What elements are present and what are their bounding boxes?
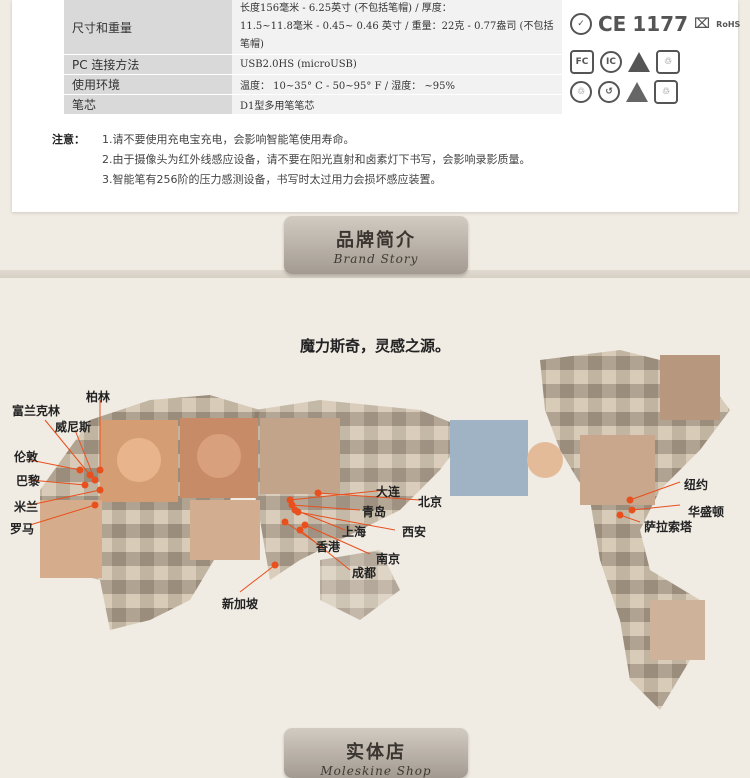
ce-number: 1177 (632, 12, 689, 36)
recycle-icon: ♲ (656, 50, 680, 74)
location-marker (96, 466, 104, 474)
location-marker (616, 511, 624, 519)
location-marker (91, 501, 99, 509)
brand-story-title: 品牌简介 (336, 230, 416, 251)
spec-row: 尺寸和重量 长度156毫米 - 6.25英寸 (不包括笔帽) / 厚度： 11.… (64, 0, 562, 55)
location-marker (76, 466, 84, 474)
portrait-face (527, 442, 563, 478)
spec-value-line: 长度156毫米 - 6.25英寸 (不包括笔帽) / 厚度： (240, 3, 452, 14)
note-row: 2.由于摄像头为红外线感应设备，请不要在阳光直射和卤素灯下书写，会影响录影质量。 (52, 150, 702, 170)
city-label: 香港 (316, 540, 341, 554)
city-label: 萨拉索塔 (644, 520, 693, 534)
spec-card: 尺寸和重量 长度156毫米 - 6.25英寸 (不包括笔帽) / 厚度： 11.… (12, 0, 740, 212)
brand-story-tab: 品牌简介 Brand Story (284, 216, 468, 274)
recycle-circle-icon: ♲ (570, 81, 592, 103)
city-label: 上海 (342, 525, 367, 539)
city-label: 罗马 (10, 522, 35, 536)
ic-mark-icon: IC (600, 51, 622, 73)
slogan: 魔力斯奇，灵感之源。 (299, 337, 450, 355)
city-label: 纽约 (684, 478, 709, 492)
city-label: 南京 (376, 552, 401, 566)
certification-marks: ✓ CE 1177 ⌧ RoHS FC IC ♲ ♲ ↺ ♲ (560, 0, 740, 108)
location-marker (86, 471, 94, 479)
return-arrow-icon: ↺ (598, 81, 620, 103)
city-label: 西安 (402, 525, 427, 539)
caution-triangle-icon (626, 82, 648, 102)
warning-triangle-icon (628, 52, 650, 72)
city-label: 富兰克林 (12, 404, 61, 418)
spec-label: PC 连接方法 (64, 54, 232, 75)
location-marker (314, 489, 322, 497)
city-label: 青岛 (362, 505, 387, 519)
city-label: 威尼斯 (55, 420, 92, 434)
city-label: 巴黎 (16, 474, 41, 488)
location-marker (91, 476, 99, 484)
portrait-photo (650, 600, 705, 660)
portrait-photo (190, 500, 260, 560)
weee-bin-icon: ⌧ (694, 16, 711, 32)
shop-subtitle: Moleskine Shop (320, 764, 432, 778)
city-label: 伦敦 (14, 450, 39, 464)
spec-table: 尺寸和重量 长度156毫米 - 6.25英寸 (不包括笔帽) / 厚度： 11.… (64, 0, 562, 115)
spec-value: 长度156毫米 - 6.25英寸 (不包括笔帽) / 厚度： 11.5~11.8… (232, 0, 562, 55)
spec-row: 使用环境 温度： 10~35° C - 50~95° F / 湿度： ~95% (64, 74, 562, 95)
spec-value: USB2.0HS (microUSB) (232, 54, 562, 75)
recycle-box-icon: ♲ (654, 80, 678, 104)
portrait-photo (260, 418, 340, 494)
note-item: 1.请不要使用充电宝充电，会影响智能笔使用寿命。 (102, 133, 355, 146)
ce-mark-icon: CE (598, 12, 627, 36)
notes-block: 注意： 1.请不要使用充电宝充电，会影响智能笔使用寿命。 2.由于摄像头为红外线… (52, 130, 702, 190)
location-marker (301, 521, 309, 529)
location-marker (81, 481, 89, 489)
fc-mark-icon: FC (570, 50, 594, 74)
notes-label: 注意： (52, 133, 85, 146)
spec-value: 温度： 10~35° C - 50~95° F / 湿度： ~95% (232, 74, 562, 95)
city-label: 华盛顿 (688, 505, 725, 519)
cert-row: ♲ ↺ ♲ (570, 80, 678, 104)
location-marker (628, 506, 636, 514)
city-label: 新加坡 (222, 597, 259, 611)
note-row: 注意： 1.请不要使用充电宝充电，会影响智能笔使用寿命。 (52, 130, 702, 150)
location-marker (294, 508, 302, 516)
continents (40, 350, 730, 710)
c-tick-icon: ✓ (570, 13, 592, 35)
location-marker (271, 561, 279, 569)
cert-row: ✓ CE 1177 ⌧ RoHS (570, 12, 740, 36)
shop-title: 实体店 (346, 742, 406, 763)
note-item: 3.智能笔有256阶的压力感测设备，书写时太过用力会损坏感应装置。 (102, 173, 442, 186)
spec-label: 使用环境 (64, 74, 232, 95)
location-marker (626, 496, 634, 504)
rohs-mark-icon: RoHS (716, 19, 741, 29)
portrait-photo (450, 420, 528, 496)
spec-row: PC 连接方法 USB2.0HS (microUSB) (64, 54, 562, 75)
note-row: 3.智能笔有256阶的压力感测设备，书写时太过用力会损坏感应装置。 (52, 170, 702, 190)
portrait-photo (40, 500, 102, 578)
portrait-photo (660, 355, 720, 420)
spec-value-line: 11.5~11.8毫米 - 0.45~ 0.46 英寸 / 重量：22克 - 0… (240, 21, 554, 50)
city-label: 北京 (418, 495, 443, 509)
portrait-face (197, 434, 241, 478)
spec-label: 笔芯 (64, 94, 232, 115)
location-marker (281, 518, 289, 526)
note-item: 2.由于摄像头为红外线感应设备，请不要在阳光直射和卤素灯下书写，会影响录影质量。 (102, 153, 531, 166)
spec-label: 尺寸和重量 (64, 0, 232, 55)
city-label: 柏林 (86, 390, 111, 404)
spec-row: 笔芯 D1型多用笔笔芯 (64, 94, 562, 115)
spec-value: D1型多用笔笔芯 (232, 94, 562, 115)
location-marker (96, 486, 104, 494)
location-marker (296, 526, 304, 534)
portrait-face (117, 438, 161, 482)
city-label: 米兰 (14, 500, 39, 514)
portrait-photo (580, 435, 655, 505)
city-label: 大连 (376, 485, 401, 499)
brand-story-subtitle: Brand Story (333, 252, 419, 266)
cert-row: FC IC ♲ (570, 50, 680, 74)
city-label: 成都 (352, 566, 377, 580)
